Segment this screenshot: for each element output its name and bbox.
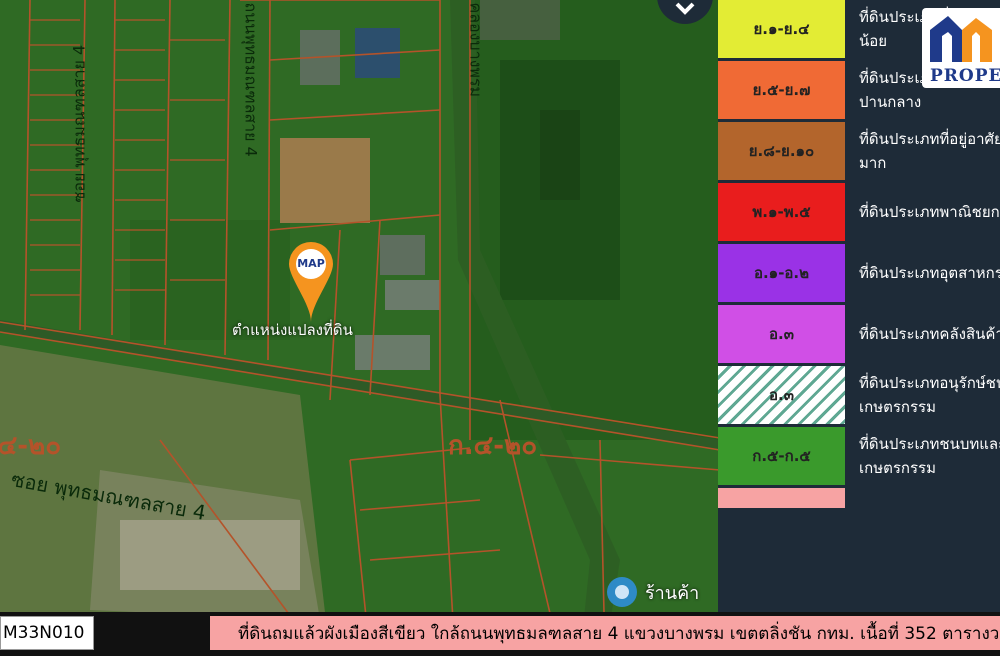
legend-row: ย.๘-ย.๑๐ ที่ดินประเภทที่อยู่อาศัยหนาแน่นม… <box>718 122 1000 180</box>
legend-description: ที่ดินประเภทอนุรักษ์ชนบทและเกษตรกรรม <box>859 366 1000 424</box>
legend-swatch: อ.๓ <box>718 305 845 363</box>
legend-code: พ.๑-พ.๕ <box>752 203 811 221</box>
legend-code: ก.๕-ก.๕ <box>752 447 811 465</box>
pin-caption: ตำแหน่งแปลงที่ดิน <box>232 321 353 339</box>
legend-row: อ.๑-อ.๒ ที่ดินประเภทอุตสาหกรรม <box>718 244 1000 302</box>
legend-line-1: ที่ดินประเภทคลังสินค้า <box>859 325 1000 343</box>
legend-line-2: เกษตรกรรม <box>859 459 936 477</box>
legend-row: พ.๑-พ.๕ ที่ดินประเภทพาณิชยกรรม <box>718 183 1000 241</box>
legend-row: ก.๕-ก.๕ ที่ดินประเภทชนบทและเกษตรกรรม <box>718 427 1000 485</box>
road-label-soi-top: ซอย พุทธมณฑลสาย 4 <box>69 44 89 203</box>
pin-logo: MAP <box>297 257 325 270</box>
legend-code: ย.๕-ย.๗ <box>752 81 811 99</box>
legend-line-1: ที่ดินประเภทอนุรักษ์ชนบทและ <box>859 374 1000 392</box>
legend-row: อ.๓ ที่ดินประเภทอนุรักษ์ชนบทและเกษตรกรรม <box>718 366 1000 424</box>
legend-swatch: ย.๕-ย.๗ <box>718 61 845 119</box>
legend-swatch: อ.๓ <box>718 366 845 424</box>
zone-label-right: ก.๔-๒๐ <box>448 431 538 461</box>
chevron-down-icon <box>675 2 695 15</box>
legend-code: อ.๓ <box>769 325 794 343</box>
logo-mark-icon <box>930 16 992 62</box>
canal-label: คลองบางพรม <box>466 2 486 98</box>
legend-row-partial <box>718 488 845 508</box>
zone-label-left: ก.๔-๒๐ <box>0 431 62 461</box>
legend-swatch: ย.๘-ย.๑๐ <box>718 122 845 180</box>
legend-row: อ.๓ ที่ดินประเภทคลังสินค้า <box>718 305 1000 363</box>
legend-description: ที่ดินประเภทที่อยู่อาศัยหนาแน่นมาก <box>859 122 1000 180</box>
legend-line-1: ที่ดินประเภทอุตสาหกรรม <box>859 264 1000 282</box>
legend-description: ที่ดินประเภทคลังสินค้า <box>859 305 1000 363</box>
legend-line-1: ที่ดินประเภทพาณิชยกรรม <box>859 203 1000 221</box>
legend-line-1: ที่ดินประเภทชนบทและ <box>859 435 1000 453</box>
legend-swatch: ก.๕-ก.๕ <box>718 427 845 485</box>
map-canvas <box>0 0 720 656</box>
legend-swatch: อ.๑-อ.๒ <box>718 244 845 302</box>
legend-swatch: ย.๑-ย.๔ <box>718 0 845 58</box>
legend-description: ที่ดินประเภทอุตสาหกรรม <box>859 244 1000 302</box>
zoning-legend: ย.๑-ย.๔ที่ดินประเภทที่อยู่อาศัยหนาแน่นน้… <box>718 0 1000 612</box>
legend-swatch: พ.๑-พ.๕ <box>718 183 845 241</box>
legend-line-2: มาก <box>859 154 887 172</box>
brand-logo: PROPERTY <box>922 8 1000 88</box>
listing-caption: ที่ดินถมแล้วผังเมืองสีเขียว ใกล้ถนนพุทธม… <box>210 616 1000 650</box>
legend-line-2: เกษตรกรรม <box>859 398 936 416</box>
road-label-vertical: ถนนพุทธมณฑลสาย 4 <box>241 2 261 157</box>
zoning-map[interactable]: MAP ตำแหน่งแปลงที่ดิน ซอย พุทธมณฑลสาย 4 … <box>0 0 720 656</box>
collapse-legend-button[interactable] <box>657 0 713 24</box>
legend-code: อ.๑-อ.๒ <box>753 264 810 282</box>
legend-description: ที่ดินประเภทพาณิชยกรรม <box>859 183 1000 241</box>
legend-line-1: ที่ดินประเภทที่อยู่อาศัยหนาแน่น <box>859 130 1000 148</box>
legend-line-2: ปานกลาง <box>859 93 922 111</box>
legend-code: ย.๑-ย.๔ <box>753 20 810 38</box>
listing-code: M33N010 <box>0 616 94 650</box>
legend-code: ย.๘-ย.๑๐ <box>748 142 815 160</box>
logo-word: PROPERTY <box>930 66 1000 86</box>
legend-description: ที่ดินประเภทชนบทและเกษตรกรรม <box>859 427 1000 485</box>
shop-label: ร้านค้า <box>645 583 700 604</box>
legend-code: อ.๓ <box>769 386 794 404</box>
